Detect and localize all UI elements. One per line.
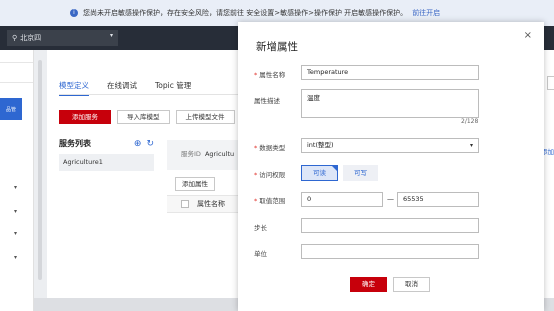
service-id-value: Agricultu (204, 150, 235, 158)
step-label: 步长 (254, 224, 267, 232)
unit-label: 单位 (254, 250, 267, 258)
unit-input[interactable] (301, 244, 479, 259)
sidebar-active-item[interactable]: 品管 (0, 98, 22, 120)
right-edge-control[interactable] (547, 76, 554, 90)
access-readable-option[interactable]: 可读 (301, 165, 338, 181)
desc-char-counter: 2/128 (461, 118, 479, 125)
range-max-input[interactable]: 65535 (397, 192, 479, 207)
chevron-down-icon[interactable]: ▾ (14, 254, 17, 261)
region-name: 北京四 (20, 34, 42, 42)
model-toolbar: 添加服务 导入库模型 上传模型文件 (59, 110, 235, 124)
data-type-select[interactable]: int(整型) ▾ (301, 138, 479, 153)
range-min-input[interactable]: 0 (301, 192, 383, 207)
select-all-checkbox[interactable] (181, 200, 189, 208)
close-icon[interactable]: × (524, 30, 532, 41)
tab-divider (59, 94, 249, 95)
service-list-actions: ⊕ ↻ (134, 139, 154, 149)
range-separator: — (387, 195, 394, 203)
add-service-button[interactable]: 添加服务 (59, 110, 111, 124)
chevron-down-icon: ▾ (469, 142, 473, 149)
data-type-value: int(整型) (307, 141, 334, 149)
scrollbar[interactable] (38, 60, 42, 280)
location-pin-icon: ⚲ (12, 34, 18, 42)
column-property-name: 属性名称 (197, 200, 225, 208)
data-type-label: * 数据类型 (254, 144, 286, 152)
cancel-button[interactable]: 取消 (393, 277, 430, 292)
property-desc-label: 属性描述 (254, 97, 280, 105)
left-sidebar: 品管 ▾ ▾ ▾ ▾ (0, 50, 34, 311)
sidebar-divider (0, 82, 33, 83)
chevron-down-icon[interactable]: ▾ (14, 230, 17, 237)
notice-enable-link[interactable]: 前往开启 (412, 8, 440, 18)
value-range-label: * 取值范围 (254, 197, 286, 205)
add-property-dialog: 新增属性 × * 属性名称 Temperature 属性描述 温度 2/128 *… (238, 22, 544, 311)
confirm-button[interactable]: 确定 (350, 277, 387, 292)
dialog-title: 新增属性 (256, 41, 298, 53)
access-label: * 访问权限 (254, 171, 286, 179)
chevron-down-icon[interactable]: ▾ (14, 208, 17, 215)
upload-model-file-button[interactable]: 上传模型文件 (175, 110, 235, 124)
selected-check-icon (331, 165, 338, 172)
service-id-label: 服务ID (181, 150, 201, 158)
service-list-item[interactable]: Agriculture1 (59, 154, 154, 171)
service-list-header: 服务列表 ⊕ ↻ (59, 138, 154, 149)
info-icon: i (70, 9, 78, 17)
notice-text: 您尚未开启敏感操作保护，存在安全风险，请您前往 安全设置>敏感操作>操作保护 开… (83, 9, 408, 17)
add-circle-icon[interactable]: ⊕ (134, 139, 142, 149)
service-list-title: 服务列表 (59, 139, 91, 148)
chevron-down-icon: ▾ (109, 32, 113, 39)
access-writable-option[interactable]: 可写 (343, 165, 378, 181)
chevron-down-icon[interactable]: ▾ (14, 184, 17, 191)
property-desc-textarea[interactable]: 温度 (301, 89, 479, 118)
import-model-button[interactable]: 导入库模型 (117, 110, 170, 124)
add-property-button[interactable]: 添加属性 (175, 177, 215, 191)
region-selector[interactable]: ⚲ 北京四 ▾ (7, 30, 118, 46)
refresh-icon[interactable]: ↻ (146, 139, 154, 149)
sidebar-divider (0, 62, 33, 63)
property-name-input[interactable]: Temperature (301, 65, 479, 80)
step-input[interactable] (301, 218, 479, 233)
property-name-label: * 属性名称 (254, 71, 286, 79)
